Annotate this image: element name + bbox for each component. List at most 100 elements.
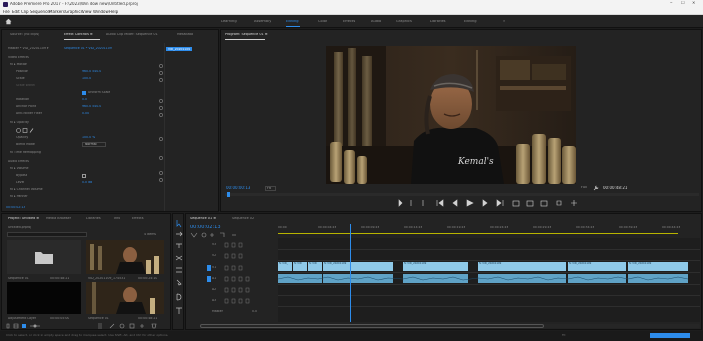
work-area-bar[interactable] [278,233,678,234]
track-a3-label[interactable]: A3 [212,299,216,302]
menu-markers[interactable]: Markers [49,10,65,14]
tab-sequence-01[interactable]: Sequence 01 ≡ [190,217,216,220]
tab-metadata[interactable]: Metadata [177,33,193,36]
menu-edit[interactable]: Edit [12,10,20,14]
video-clip[interactable]: fx VID_20201109 [568,262,626,271]
opacity-effect[interactable]: fx ▸ Opacity [10,121,29,124]
track-a1-source-patch[interactable] [207,276,211,282]
menu-help[interactable]: Help [109,10,118,14]
workspace-overflow[interactable]: » [503,20,505,24]
track-a2-label[interactable]: A2 [212,288,216,291]
tab-sequence-02[interactable]: Sequence 02 [232,217,254,220]
menu-clip[interactable]: Clip [21,10,29,14]
channel-volume-effect[interactable]: fx ▸ Channel Volume [10,188,43,191]
panner-effect[interactable]: fx ▸ Panner [10,195,28,198]
mini-timeline-clip[interactable]: VID_20201109 [166,47,193,51]
project-item-3-thumb[interactable] [7,282,81,314]
tab-media-browser[interactable]: Media Browser [46,217,71,220]
time-ruler[interactable]: 00:00 00:00:04:23 00:00:09:23 00:00:14:2… [278,224,700,236]
project-item-1-name[interactable]: Sequence 01 [8,277,29,280]
opacity-value[interactable]: 100.0 % [82,136,95,139]
uniform-scale-checkbox[interactable] [82,91,86,95]
sequence-clip-label[interactable]: Sequence 01 * VID_20201109 [64,47,112,50]
maximize-button[interactable]: ☐ [681,1,685,5]
video-clip[interactable]: fx VID_20201109 [403,262,468,271]
video-clip[interactable]: fx VID [308,262,322,271]
tab-source[interactable]: Source: (no clips) [10,33,39,36]
fit-select[interactable]: Fit [265,186,276,192]
position-value[interactable]: 960.0 540.0 [82,70,101,73]
timeline-timecode[interactable]: 00:00:02:13 [190,225,221,230]
minimize-button[interactable]: – [670,1,673,6]
video-clip[interactable]: fx VID_20201109 [323,262,393,271]
video-clip[interactable]: fx VID_ [278,262,292,271]
tab-audio-clip-mixer[interactable]: Audio Clip Mixer: Sequence 01 [106,33,158,36]
tab-libraries[interactable]: Libraries [86,217,101,220]
video-clip[interactable]: fx VID_20201109 [628,262,688,271]
track-v2-label[interactable]: V2 [212,254,216,257]
bypass-checkbox[interactable] [82,174,86,178]
tab-project[interactable]: Project: Untitled ≡ [8,217,39,220]
quality-select[interactable]: Full [581,186,587,189]
track-v3-label[interactable]: V3 [212,243,216,246]
lock-icon [6,323,10,329]
project-search-input[interactable] [7,232,87,237]
scale-value[interactable]: 100.0 [82,77,91,80]
wrench-icon[interactable] [593,185,599,191]
anti-flicker-value[interactable]: 0.00 [82,112,89,115]
timeline-playhead[interactable] [350,224,351,322]
workspace-editing-2[interactable]: Editing [464,20,477,24]
effect-controls-timecode[interactable]: 00:00:02:13 [6,206,25,209]
time-remapping-effect[interactable]: fx Time Remapping [10,151,41,154]
program-timecode[interactable]: 00:00:00:13 [226,186,250,190]
anchor-point-value[interactable]: 960.0 540.0 [82,105,101,108]
tab-effects[interactable]: Effects [132,217,144,220]
track-v1-label[interactable]: V1 [212,266,216,269]
workspace-graphics[interactable]: Graphics [396,20,412,24]
track-area[interactable]: fx VID_ fx VID fx VID fx VID_20201109 fx… [278,224,700,322]
master-clip-selector[interactable]: Master * VID_20201109 ▾ [8,47,49,50]
workspace-libraries[interactable]: Libraries [430,20,446,24]
workspace-editing-underline [286,26,300,27]
tab-effect-controls[interactable]: Effect Controls ≡ [64,33,93,36]
menu-sequence[interactable]: Sequence [30,10,50,14]
project-item-4-name[interactable]: Sequence 01 [88,317,109,320]
transport-controls [397,199,597,207]
track-a1-label[interactable]: A1 [212,277,216,280]
scrubber-playhead[interactable] [227,192,230,197]
track-divider [278,260,700,261]
mask-tools[interactable] [16,128,46,133]
level-value[interactable]: 0.0 dB [82,181,92,184]
menu-graphics[interactable]: Graphics [65,10,83,14]
menu-file[interactable]: File [3,10,10,14]
project-item-3-name[interactable]: Adjustment Layer [8,317,36,320]
project-item-2-name[interactable]: VID_20201109_174531 [88,277,136,280]
workspace-color[interactable]: Color [318,20,327,24]
rotation-value[interactable]: 0.0 [82,98,87,101]
workspace-effects[interactable]: Effects [343,20,355,24]
menu-window[interactable]: Window [93,10,109,14]
project-item-1-thumb[interactable] [7,240,81,274]
video-clip[interactable]: fx VID [293,262,307,271]
menu-view[interactable]: View [82,10,92,14]
motion-effect[interactable]: fx ▸ Motion [10,63,27,66]
project-item-2-thumb[interactable] [86,240,164,274]
scrollbar-thumb[interactable] [200,324,544,328]
tab-effect-controls-underline [64,39,100,40]
home-icon[interactable] [5,18,12,25]
tab-info[interactable]: Info [114,217,120,220]
close-button[interactable]: ✕ [692,1,695,5]
blend-mode-select[interactable]: Normal [82,142,106,148]
workspace-audio[interactable]: Audio [371,20,381,24]
video-clip[interactable]: fx VID_20201109 [478,262,566,271]
workspace-editing[interactable]: Editing [286,20,299,24]
timeline-scrollbar[interactable] [200,324,700,328]
project-item-4-thumb[interactable] [86,282,164,314]
master-track-value[interactable]: 0.0 [252,310,257,313]
tab-program[interactable]: Program: Sequence 01 ≡ [225,33,268,36]
track-v1-source-patch[interactable] [207,265,211,271]
volume-effect[interactable]: fx ▸ Volume [10,167,29,170]
workspace-assembly[interactable]: Assembly [254,20,271,24]
workspace-learning[interactable]: Learning [221,20,237,24]
program-scrubber[interactable] [225,192,699,197]
